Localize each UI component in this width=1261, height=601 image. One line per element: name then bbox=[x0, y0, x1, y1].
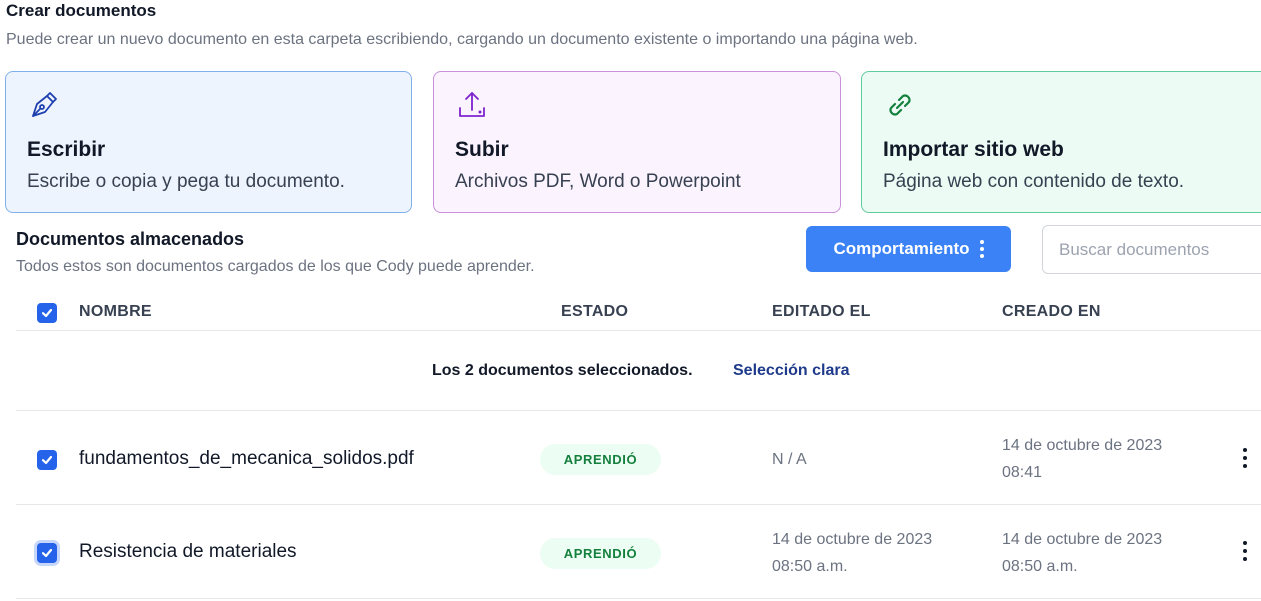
edited-date: 14 de octubre de 2023 bbox=[772, 531, 933, 548]
behavior-button-label: Comportamiento bbox=[833, 239, 970, 258]
edited-time: 08:50 a.m. bbox=[772, 558, 848, 575]
stored-documents-subtitle: Todos estos son documentos cargados de l… bbox=[16, 258, 535, 275]
upload-card[interactable]: Subir Archivos PDF, Word o Powerpoint bbox=[433, 71, 841, 213]
column-header-edited[interactable]: EDITADO EL bbox=[772, 303, 871, 321]
pen-nib-icon bbox=[32, 92, 57, 117]
search-input[interactable] bbox=[1042, 225, 1261, 274]
divider bbox=[16, 330, 1261, 331]
check-icon bbox=[41, 308, 53, 318]
stored-documents-title: Documentos almacenados bbox=[16, 229, 245, 249]
import-card-title: Importar sitio web bbox=[883, 138, 1064, 161]
row-checkbox[interactable] bbox=[37, 543, 57, 563]
created-date: 14 de octubre de 2023 bbox=[1002, 531, 1163, 548]
clear-selection-link[interactable]: Selección clara bbox=[733, 362, 850, 380]
link-icon bbox=[889, 94, 911, 116]
edited-date: N / A bbox=[772, 451, 807, 468]
page-title: Crear documentos bbox=[6, 1, 157, 20]
upload-icon bbox=[459, 92, 485, 117]
status-badge: APRENDIÓ bbox=[540, 444, 661, 475]
upload-card-title: Subir bbox=[455, 138, 509, 161]
write-card[interactable]: Escribir Escribe o copia y pega tu docum… bbox=[5, 71, 412, 213]
write-card-title: Escribir bbox=[27, 138, 106, 161]
write-card-desc: Escribe o copia y pega tu documento. bbox=[27, 171, 345, 192]
column-header-name[interactable]: NOMBRE bbox=[79, 303, 152, 321]
created-time: 08:50 a.m. bbox=[1002, 558, 1078, 575]
import-website-card[interactable]: Importar sitio web Página web con conten… bbox=[861, 71, 1261, 213]
check-icon bbox=[41, 548, 53, 558]
import-card-desc: Página web con contenido de texto. bbox=[883, 171, 1185, 192]
row-checkbox[interactable] bbox=[37, 450, 57, 470]
created-date: 14 de octubre de 2023 bbox=[1002, 437, 1163, 454]
document-name[interactable]: Resistencia de materiales bbox=[79, 541, 297, 563]
select-all-checkbox[interactable] bbox=[37, 303, 57, 323]
upload-card-desc: Archivos PDF, Word o Powerpoint bbox=[455, 171, 741, 192]
document-name[interactable]: fundamentos_de_mecanica_solidos.pdf bbox=[79, 448, 414, 470]
column-header-created[interactable]: CREADO EN bbox=[1002, 303, 1101, 321]
column-header-status[interactable]: ESTADO bbox=[561, 303, 628, 321]
more-vertical-icon bbox=[979, 240, 984, 258]
behavior-button[interactable]: Comportamiento bbox=[806, 226, 1011, 272]
selection-count-text: Los 2 documentos seleccionados. bbox=[432, 362, 693, 379]
divider bbox=[16, 504, 1261, 505]
divider bbox=[16, 598, 1261, 599]
created-time: 08:41 bbox=[1002, 464, 1043, 481]
status-badge: APRENDIÓ bbox=[540, 538, 661, 569]
row-menu-icon[interactable] bbox=[1240, 541, 1250, 561]
page-subtitle: Puede crear un nuevo documento en esta c… bbox=[6, 31, 918, 48]
check-icon bbox=[41, 455, 53, 465]
row-menu-icon[interactable] bbox=[1240, 448, 1250, 468]
divider bbox=[16, 410, 1261, 411]
